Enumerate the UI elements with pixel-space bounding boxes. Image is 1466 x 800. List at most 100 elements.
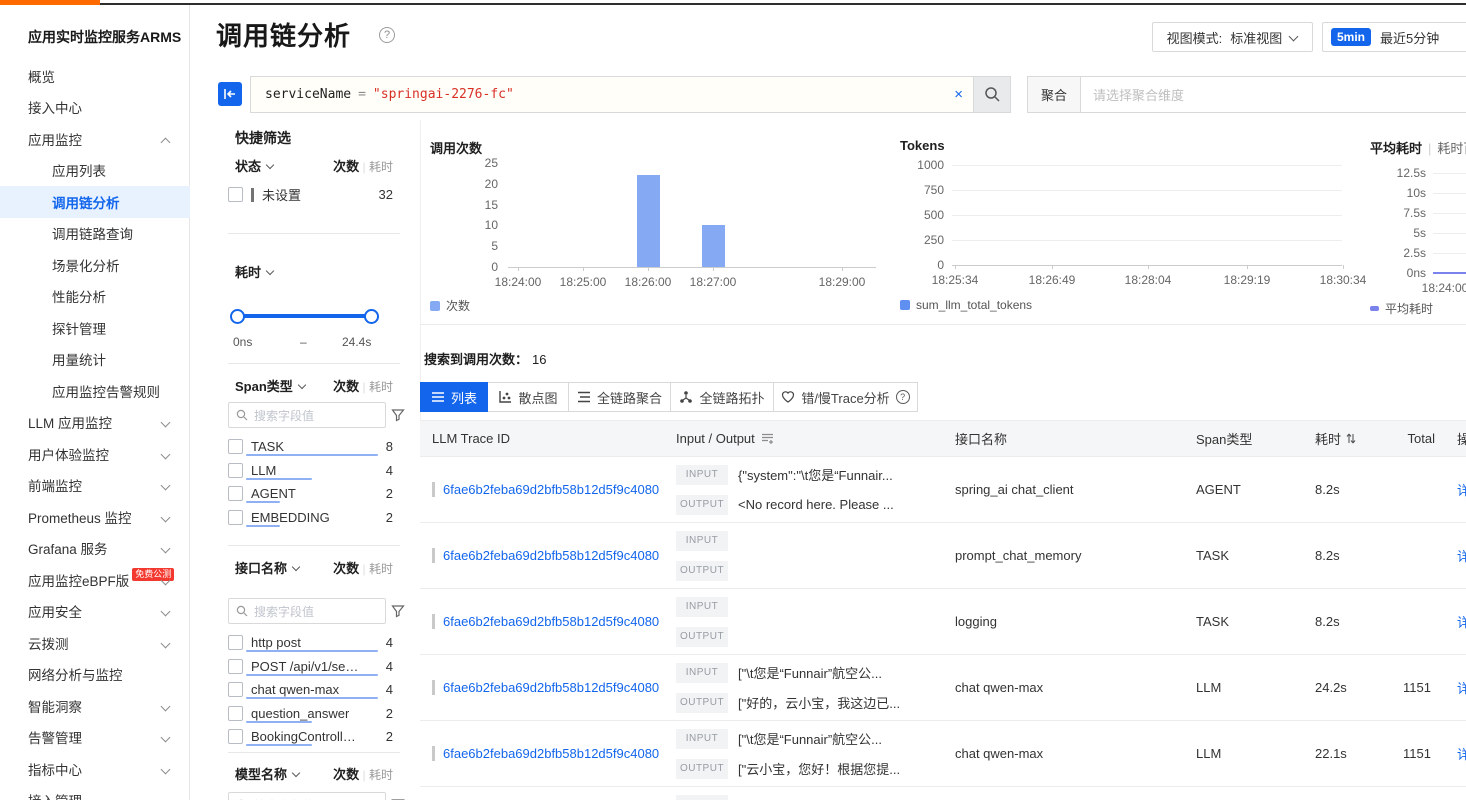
clear-query-icon[interactable]: × — [954, 86, 963, 103]
sidebar-item-Prometheus 监控[interactable]: Prometheus 监控 — [0, 501, 190, 533]
y-axis-tick: 25 — [430, 156, 498, 170]
trace-id-link[interactable]: 6fae6b2feba69d2bfb58b12d5f9c4080 — [443, 548, 659, 563]
sidebar-item-网络分析与监控[interactable]: 网络分析与监控 — [0, 659, 190, 691]
trace-id-link[interactable]: 6fae6b2feba69d2bfb58b12d5f9c4080 — [443, 746, 659, 761]
filter-funnel-icon[interactable] — [391, 604, 405, 618]
filter-search-input[interactable]: 搜索字段值 — [228, 792, 386, 800]
sidebar-item-指标中心[interactable]: 指标中心 — [0, 753, 190, 785]
slider-knob-min[interactable] — [230, 309, 245, 324]
input-badge: INPUT — [676, 663, 728, 683]
sidebar-item-应用安全[interactable]: 应用安全 — [0, 596, 190, 628]
query-collapse-button[interactable] — [218, 82, 242, 106]
sidebar-item-概览[interactable]: 概览 — [0, 60, 190, 92]
checkbox[interactable] — [228, 682, 243, 697]
detail-link[interactable]: 详情 — [1457, 612, 1466, 631]
filter-section-header-耗时[interactable]: 耗时 — [235, 262, 393, 281]
tab-散点图[interactable]: 散点图 — [487, 382, 569, 412]
sidebar-item-调用链路查询[interactable]: 调用链路查询 — [0, 218, 190, 250]
io-format-icon[interactable] — [761, 432, 774, 445]
sort-icon[interactable] — [1346, 432, 1356, 445]
filter-section-header-Span类型[interactable]: Span类型次数 | 耗时 — [235, 376, 393, 395]
column-header-label: 耗时 — [1315, 429, 1341, 448]
column-header-接口名称: 接口名称 — [944, 429, 1183, 448]
status-marker — [251, 188, 254, 202]
tab-label: 错/慢Trace分析 — [801, 388, 889, 407]
metric-toggle[interactable]: 次数 | 耗时 — [333, 156, 393, 175]
sidebar-item-智能洞察[interactable]: 智能洞察 — [0, 690, 190, 722]
tab-错/慢Trace分析[interactable]: 错/慢Trace分析? — [773, 382, 918, 412]
query-input[interactable]: serviceName = "springai-2276-fc" × — [250, 76, 974, 113]
checkbox[interactable] — [228, 486, 243, 501]
detail-link[interactable]: 详情 — [1457, 744, 1466, 763]
chart-title-toggle[interactable]: 平均耗时|耗时百分位 — [1370, 138, 1466, 157]
sidebar-item-应用监控[interactable]: 应用监控 — [0, 123, 190, 155]
search-button[interactable] — [974, 76, 1011, 113]
tab-全链路聚合[interactable]: 全链路聚合 — [568, 382, 671, 412]
trace-id-link[interactable]: 6fae6b2feba69d2bfb58b12d5f9c4080 — [443, 482, 659, 497]
metric-toggle[interactable]: 次数 | 耗时 — [333, 376, 393, 395]
sidebar-item-LLM 应用监控[interactable]: LLM 应用监控 — [0, 407, 190, 439]
checkbox[interactable] — [228, 187, 243, 202]
detail-link[interactable]: 详情 — [1457, 678, 1466, 697]
duration-slider-track[interactable] — [237, 314, 371, 318]
slider-knob-max[interactable] — [364, 309, 379, 324]
sidebar-item-告警管理[interactable]: 告警管理 — [0, 722, 190, 754]
trace-id-link[interactable]: 6fae6b2feba69d2bfb58b12d5f9c4080 — [443, 680, 659, 695]
sidebar-item-Grafana 服务[interactable]: Grafana 服务 — [0, 533, 190, 565]
metric-toggle[interactable]: 次数 | 耗时 — [333, 558, 393, 577]
sidebar-item-探针管理[interactable]: 探针管理 — [0, 312, 190, 344]
legend-tokens[interactable]: sum_llm_total_tokens — [900, 298, 1032, 312]
sidebar-item-用户体验监控[interactable]: 用户体验监控 — [0, 438, 190, 470]
checkbox[interactable] — [228, 706, 243, 721]
time-range-picker[interactable]: 5min 最近5分钟 — [1322, 22, 1466, 52]
sidebar-item-云拨测[interactable]: 云拨测 — [0, 627, 190, 659]
chevron-down-icon — [162, 765, 170, 773]
checkbox[interactable] — [228, 463, 243, 478]
filter-section-header-接口名称[interactable]: 接口名称次数 | 耗时 — [235, 558, 393, 577]
sidebar-item-应用列表[interactable]: 应用列表 — [0, 155, 190, 187]
detail-link[interactable]: 详情 — [1457, 480, 1466, 499]
bar-18:26:00[interactable] — [637, 175, 660, 267]
metric-toggle[interactable]: 次数 | 耗时 — [333, 764, 393, 783]
sidebar-item-应用监控告警规则[interactable]: 应用监控告警规则 — [0, 375, 190, 407]
tab-全链路拓扑[interactable]: 全链路拓扑 — [670, 382, 774, 412]
sidebar-item-用量统计[interactable]: 用量统计 — [0, 344, 190, 376]
trace-marker — [432, 746, 435, 761]
filter-funnel-icon[interactable] — [391, 408, 405, 422]
legend-avg-duration[interactable]: 平均耗时 — [1370, 300, 1433, 317]
sidebar-item-接入管理[interactable]: 接入管理 — [0, 785, 190, 800]
filter-section-header-模型名称[interactable]: 模型名称次数 | 耗时 — [235, 764, 393, 783]
tab-help-icon[interactable]: ? — [896, 390, 910, 404]
detail-link[interactable]: 详情 — [1457, 546, 1466, 565]
sidebar-item-应用监控eBPF版[interactable]: 应用监控eBPF版免费公测 — [0, 564, 190, 596]
checkbox[interactable] — [228, 729, 243, 744]
trace-id-link[interactable]: 6fae6b2feba69d2bfb58b12d5f9c4080 — [443, 614, 659, 629]
checkbox[interactable] — [228, 439, 243, 454]
filter-search-input[interactable]: 搜索字段值 — [228, 402, 386, 428]
sidebar-item-调用链分析[interactable]: 调用链分析 — [0, 186, 190, 218]
sidebar-item-性能分析[interactable]: 性能分析 — [0, 281, 190, 313]
filter-item-bar — [246, 478, 312, 480]
tab-列表[interactable]: 列表 — [420, 382, 488, 412]
chevron-down-icon — [293, 564, 301, 572]
filter-item-未设置[interactable]: 未设置32 — [228, 183, 393, 207]
x-axis-tick: 18:24:00 — [1410, 281, 1466, 295]
filter-search-input[interactable]: 搜索字段值 — [228, 598, 386, 624]
sidebar-item-前端监控[interactable]: 前端监控 — [0, 470, 190, 502]
sidebar-item-接入中心[interactable]: 接入中心 — [0, 92, 190, 124]
filter-section-header-状态[interactable]: 状态次数 | 耗时 — [235, 156, 393, 175]
checkbox[interactable] — [228, 510, 243, 525]
input-row: INPUT — [676, 531, 738, 551]
view-mode-select[interactable]: 视图模式: 标准视图 — [1152, 22, 1313, 52]
checkbox[interactable] — [228, 635, 243, 650]
filter-item-value: 32 — [379, 187, 393, 202]
legend-call-count[interactable]: 次数 — [430, 297, 470, 314]
sidebar-item-场景化分析[interactable]: 场景化分析 — [0, 249, 190, 281]
page-help-icon[interactable]: ? — [379, 27, 395, 43]
bar-18:27:00[interactable] — [702, 225, 725, 267]
chevron-down-icon — [162, 639, 170, 647]
aggregate-input[interactable]: 请选择聚合维度 — [1081, 76, 1466, 113]
sidebar-item-label: 接入中心 — [28, 97, 82, 117]
checkbox[interactable] — [228, 659, 243, 674]
input-text: ["\t您是“Funnair”航空公... — [738, 729, 882, 748]
